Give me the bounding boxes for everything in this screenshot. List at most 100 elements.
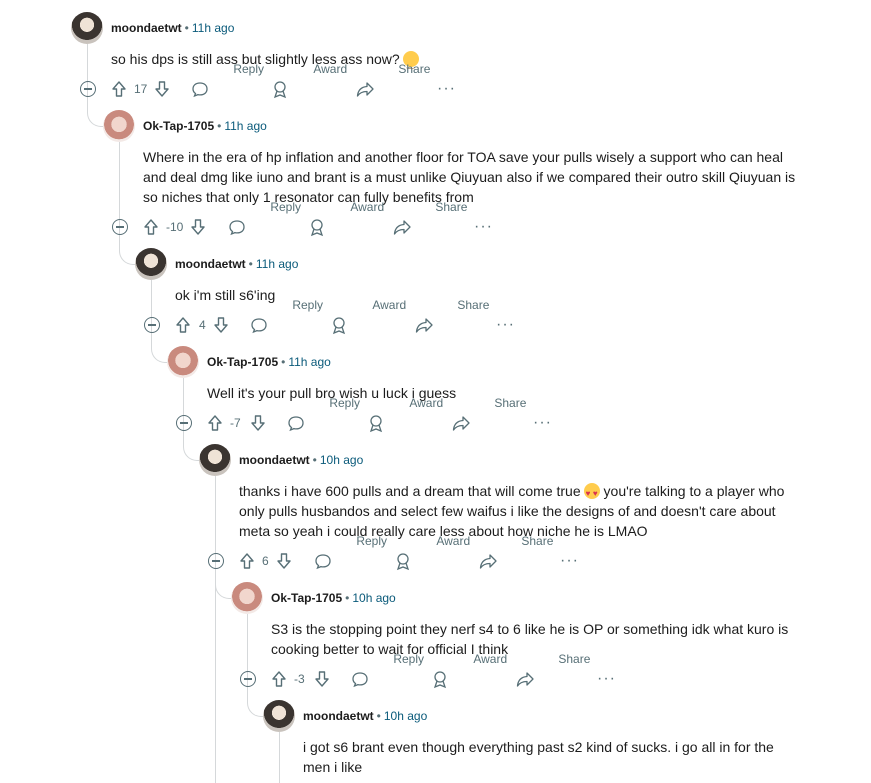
- share-icon: [479, 554, 497, 569]
- upvote-button[interactable]: [143, 217, 159, 237]
- collapse-thread-button[interactable]: [144, 317, 160, 333]
- downvote-button[interactable]: [314, 669, 330, 689]
- vote-count: -3: [294, 672, 305, 686]
- upvote-button[interactable]: [239, 551, 255, 571]
- comment-actions: -7 Reply Award Share ···: [207, 396, 567, 433]
- username[interactable]: Ok-Tap-1705: [143, 119, 214, 133]
- share-button[interactable]: Share: [415, 298, 489, 335]
- timestamp[interactable]: 10h ago: [320, 453, 363, 467]
- avatar[interactable]: [231, 582, 263, 614]
- collapse-thread-button[interactable]: [208, 553, 224, 569]
- comment-body: i got s6 brant even though everything pa…: [303, 739, 774, 775]
- award-button[interactable]: Award: [367, 396, 443, 433]
- downvote-button[interactable]: [190, 217, 206, 237]
- reply-icon: [229, 220, 245, 236]
- timestamp[interactable]: 11h ago: [288, 355, 331, 369]
- downvote-button[interactable]: [276, 551, 292, 571]
- separator: •: [376, 709, 381, 723]
- upvote-button[interactable]: [175, 315, 191, 335]
- comment-text: thanks i have 600 pulls and a dream that…: [239, 483, 581, 499]
- award-button[interactable]: Award: [394, 534, 470, 571]
- username[interactable]: moondaetwt: [175, 257, 246, 271]
- share-label: Share: [558, 652, 591, 666]
- comment-body: thanks i have 600 pulls and a dream that…: [239, 481, 799, 541]
- reply-button[interactable]: Reply: [228, 200, 301, 237]
- username[interactable]: moondaetwt: [239, 453, 310, 467]
- share-button[interactable]: Share: [452, 396, 526, 433]
- timestamp[interactable]: 11h ago: [192, 21, 235, 35]
- timestamp[interactable]: 11h ago: [256, 257, 299, 271]
- upvote-icon: [144, 219, 158, 235]
- downvote-icon: [251, 415, 265, 431]
- username[interactable]: Ok-Tap-1705: [207, 355, 278, 369]
- upvote-button[interactable]: [207, 413, 223, 433]
- award-icon: [273, 81, 287, 99]
- reply-label: Reply: [329, 396, 361, 410]
- timestamp[interactable]: 10h ago: [384, 709, 427, 723]
- timestamp[interactable]: 10h ago: [352, 591, 395, 605]
- reply-button[interactable]: Reply: [314, 534, 387, 571]
- more-options-icon[interactable]: ···: [474, 217, 493, 237]
- reply-label: Reply: [356, 534, 388, 548]
- username[interactable]: Ok-Tap-1705: [271, 591, 342, 605]
- collapse-thread-button[interactable]: [176, 415, 192, 431]
- username[interactable]: moondaetwt: [303, 709, 374, 723]
- share-button[interactable]: Share: [393, 200, 467, 237]
- collapse-thread-button[interactable]: [112, 219, 128, 235]
- award-label: Award: [350, 200, 385, 214]
- award-button[interactable]: Award: [330, 298, 406, 335]
- comment-meta: moondaetwt • 11h ago: [111, 20, 234, 36]
- upvote-icon: [112, 81, 126, 97]
- thread-elbow: [119, 236, 136, 265]
- award-label: Award: [372, 298, 407, 312]
- vote-count: -10: [166, 220, 184, 234]
- more-options-icon[interactable]: ···: [437, 79, 456, 99]
- share-label: Share: [494, 396, 527, 410]
- username[interactable]: moondaetwt: [111, 21, 182, 35]
- separator: •: [281, 355, 286, 369]
- reply-label: Reply: [233, 62, 265, 76]
- award-button[interactable]: Award: [308, 200, 384, 237]
- collapse-thread-button[interactable]: [80, 81, 96, 97]
- comment-meta: Ok-Tap-1705 • 11h ago: [207, 354, 331, 370]
- upvote-button[interactable]: [271, 669, 287, 689]
- award-label: Award: [473, 652, 508, 666]
- downvote-button[interactable]: [250, 413, 266, 433]
- timestamp[interactable]: 11h ago: [224, 119, 267, 133]
- downvote-button[interactable]: [213, 315, 229, 335]
- upvote-button[interactable]: [111, 79, 127, 99]
- comment-actions: -10 Reply Award Share ···: [143, 200, 503, 237]
- avatar[interactable]: [103, 110, 135, 142]
- collapse-thread-button[interactable]: [240, 671, 256, 687]
- share-button[interactable]: Share: [516, 652, 590, 689]
- reply-button[interactable]: Reply: [191, 62, 264, 99]
- avatar[interactable]: [135, 248, 167, 280]
- more-options-icon[interactable]: ···: [597, 669, 616, 689]
- award-icon: [332, 317, 346, 335]
- more-options-icon[interactable]: ···: [560, 551, 579, 571]
- reply-button[interactable]: Reply: [250, 298, 323, 335]
- downvote-icon: [277, 553, 291, 569]
- more-options-icon[interactable]: ···: [533, 413, 552, 433]
- avatar[interactable]: [263, 700, 295, 732]
- reply-label: Reply: [393, 652, 425, 666]
- share-button[interactable]: Share: [356, 62, 430, 99]
- avatar[interactable]: [71, 12, 103, 44]
- reply-icon: [315, 554, 331, 570]
- reply-icon: [288, 416, 304, 432]
- reply-button[interactable]: Reply: [351, 652, 424, 689]
- share-button[interactable]: Share: [479, 534, 553, 571]
- award-button[interactable]: Award: [271, 62, 347, 99]
- award-button[interactable]: Award: [431, 652, 507, 689]
- share-icon: [415, 318, 433, 333]
- avatar[interactable]: [167, 346, 199, 378]
- comment-meta: Ok-Tap-1705 • 10h ago: [271, 590, 396, 606]
- more-options-icon[interactable]: ···: [496, 315, 515, 335]
- thread-elbow: [215, 570, 232, 599]
- separator: •: [184, 21, 189, 35]
- downvote-button[interactable]: [154, 79, 170, 99]
- upvote-icon: [272, 671, 286, 687]
- avatar[interactable]: [199, 444, 231, 476]
- reply-button[interactable]: Reply: [287, 396, 360, 433]
- comment-meta: moondaetwt • 11h ago: [175, 256, 298, 272]
